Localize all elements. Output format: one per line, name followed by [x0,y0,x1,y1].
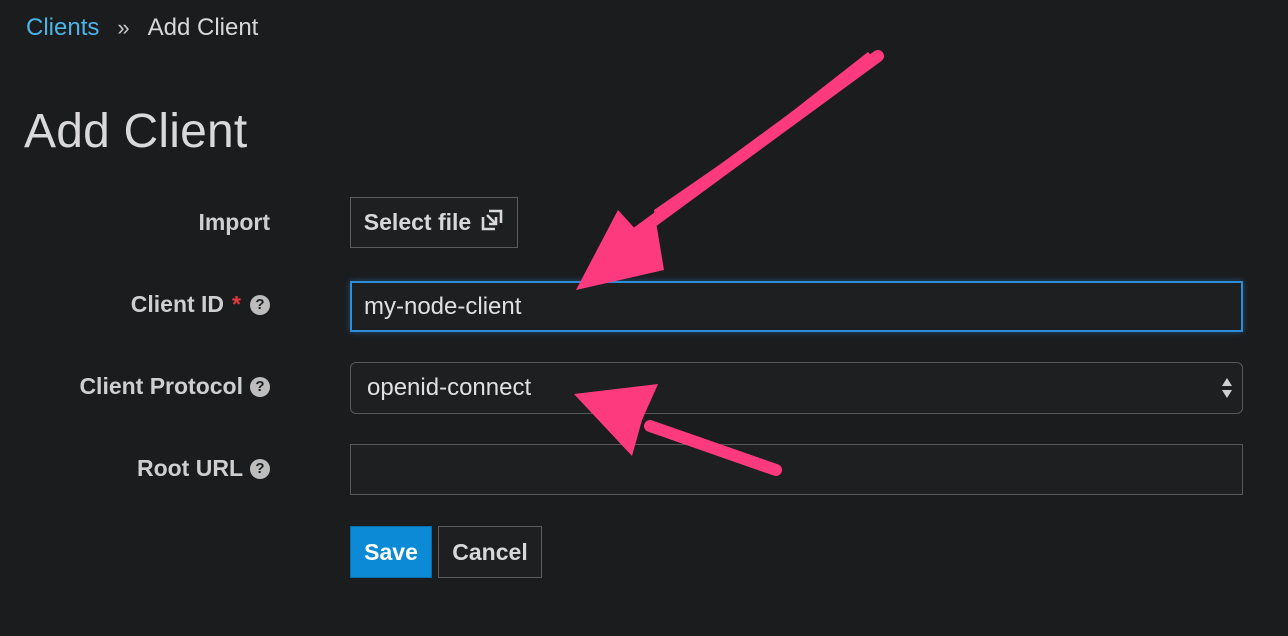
page: Clients » Add Client Add Client Import S… [0,0,1288,636]
question-circle-icon[interactable]: ? [250,294,270,315]
question-circle-icon[interactable]: ? [250,458,270,479]
root-url-label: Root URL ? [137,455,270,482]
breadcrumb-separator: » [117,15,130,40]
client-id-label: Client ID * ? [131,291,270,318]
breadcrumb-clients-link[interactable]: Clients [26,14,99,42]
client-protocol-label: Client Protocol ? [79,373,270,400]
cancel-button[interactable]: Cancel [438,526,542,578]
select-file-button[interactable]: Select file [350,197,518,248]
client-protocol-label-text: Client Protocol [79,373,243,399]
annotation-arrow-client-id [576,50,884,290]
page-title: Add Client [24,105,248,158]
breadcrumb: Clients » Add Client [26,14,258,42]
import-label-text: Import [198,209,270,235]
save-button[interactable]: Save [350,526,432,578]
import-label: Import [198,209,270,236]
breadcrumb-current: Add Client [147,14,259,41]
required-asterisk: * [232,291,241,317]
question-circle-icon[interactable]: ? [250,376,270,397]
client-protocol-select[interactable]: openid-connect [350,362,1243,414]
root-url-label-text: Root URL [136,455,243,481]
select-file-label: Select file [363,209,472,235]
client-id-input[interactable] [350,281,1243,332]
client-protocol-selected-value: openid-connect [367,374,532,401]
root-url-input[interactable] [350,444,1243,495]
select-updown-icon [1222,378,1232,398]
import-box-arrow-icon [480,208,504,238]
client-id-label-text: Client ID [130,291,225,317]
